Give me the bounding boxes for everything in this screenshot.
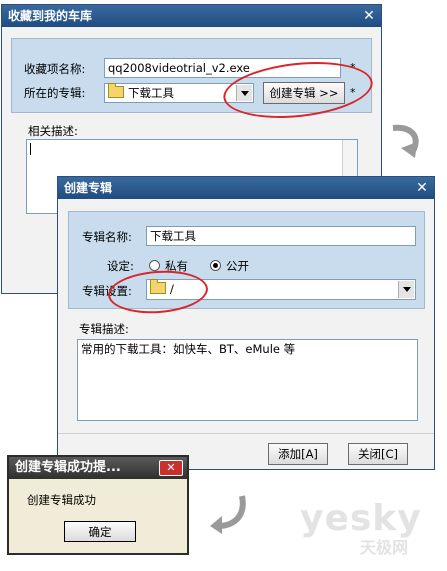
success-dialog-title: 创建专辑成功提... [15,460,121,475]
close-icon[interactable]: ✕ [159,460,183,476]
create-dialog-title: 创建专辑 [64,181,113,195]
close-icon[interactable]: ✕ [414,180,430,196]
chevron-down-icon[interactable] [398,281,414,298]
album-label: 所在的专辑: [24,86,86,100]
setting-label: 设定: [107,259,134,273]
add-button[interactable]: 添加[A] [268,443,328,465]
public-label: 公开 [226,259,249,273]
name-label: 收藏项名称: [24,62,86,76]
create-album-dialog: 创建专辑 ✕ 专辑名称: 下载工具 设定: 私有 公开 专辑设置: / 专辑描述… [57,176,435,470]
album-desc-label: 专辑描述: [79,322,129,336]
album-name-label: 专辑名称: [82,230,132,244]
text-cursor [30,143,31,155]
album-desc-text: 常用的下载工具：如快车、BT、eMule 等 [81,342,296,356]
curved-arrow-icon [392,124,419,158]
curved-arrow-icon [210,495,246,534]
watermark-brand-cn: 天极网 [360,538,409,557]
folder-icon [108,83,124,98]
album-select-value: 下载工具 [128,86,174,100]
success-message: 创建专辑成功 [27,493,96,507]
button-separator [58,433,434,434]
watermark-brand: yesky [300,498,422,539]
album-desc-textarea[interactable]: 常用的下载工具：如快车、BT、eMule 等 [77,339,418,421]
success-dialog: 创建专辑成功提... ✕ 创建专辑成功 确定 [7,455,189,555]
close-icon[interactable]: ✕ [361,8,377,24]
collect-dialog-title: 收藏到我的车库 [8,9,93,23]
private-radio[interactable] [149,260,160,271]
close-button[interactable]: 关闭[C] [348,443,408,465]
create-dialog-titlebar[interactable]: 创建专辑 [58,177,434,199]
public-radio[interactable] [210,260,221,271]
album-name-field[interactable]: 下载工具 [146,226,416,246]
collect-dialog-titlebar[interactable]: 收藏到我的车库 [2,5,381,27]
desc-label: 相关描述: [28,124,78,138]
yesky-watermark-logo: yesky 天极网 [300,498,440,558]
ok-button[interactable]: 确定 [64,521,136,542]
